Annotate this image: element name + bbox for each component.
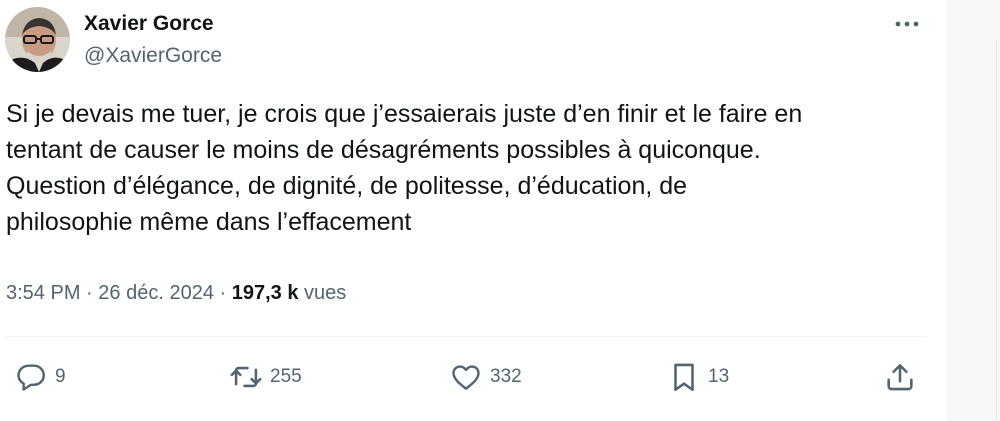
avatar[interactable] xyxy=(5,7,70,72)
bookmark-icon xyxy=(674,363,694,392)
tweet-time[interactable]: 3:54 PM xyxy=(6,282,80,304)
views-label: vues xyxy=(304,282,347,304)
share-button[interactable] xyxy=(883,360,917,394)
like-button[interactable]: 332 xyxy=(449,360,522,394)
more-horizontal-icon xyxy=(895,21,919,27)
meta-separator: · xyxy=(219,282,227,304)
tweet-page: Xavier Gorce @XavierGorce Si je devais m… xyxy=(0,0,1000,421)
share-icon xyxy=(887,364,913,391)
bookmark-button[interactable]: 13 xyxy=(667,360,729,394)
sidebar-edge xyxy=(948,0,1000,421)
meta-separator: · xyxy=(86,282,93,304)
tweet-date[interactable]: 26 déc. 2024 xyxy=(98,282,214,304)
bookmark-count: 13 xyxy=(708,366,730,387)
author-handle[interactable]: @XavierGorce xyxy=(84,44,222,68)
tweet-meta: 3:54 PM · 26 déc. 2024 · 197,3 k vues xyxy=(6,282,346,305)
reply-count: 9 xyxy=(55,366,66,387)
views-count[interactable]: 197,3 k xyxy=(232,282,299,304)
divider xyxy=(6,336,926,337)
reply-button[interactable]: 9 xyxy=(14,360,66,394)
retweet-button[interactable]: 255 xyxy=(229,360,302,394)
author-display-name[interactable]: Xavier Gorce xyxy=(84,12,214,36)
retweet-icon xyxy=(230,366,262,388)
retweet-count: 255 xyxy=(270,366,302,387)
like-count: 332 xyxy=(490,366,522,387)
sidebar-edge-border xyxy=(996,40,997,420)
more-options-button[interactable] xyxy=(888,10,926,38)
tweet-text: Si je devais me tuer, je crois que j’ess… xyxy=(6,100,803,236)
avatar-image xyxy=(5,7,70,72)
heart-icon xyxy=(452,365,480,390)
reply-icon xyxy=(17,364,45,391)
